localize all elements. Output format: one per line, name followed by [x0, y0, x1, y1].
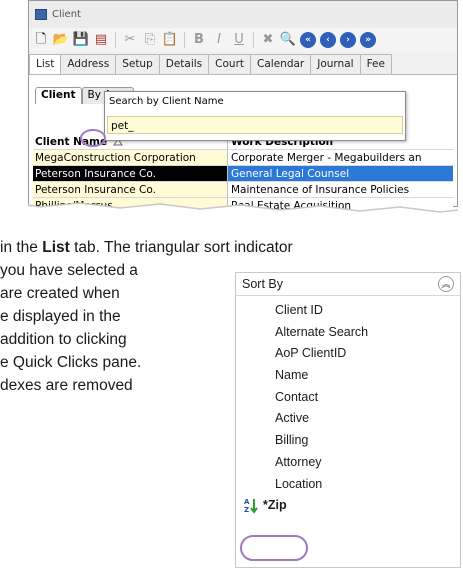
cell-client-name: Peterson Insurance Co. [33, 182, 228, 198]
cell-work-description: Maintenance of Insurance Policies [228, 182, 453, 198]
sort-option-billing[interactable]: Billing [236, 430, 460, 452]
sort-az-icon: A Z [244, 498, 258, 514]
open-folder-icon[interactable]: 📂 [53, 32, 69, 48]
cell-work-description: General Legal Counsel [228, 166, 453, 182]
toolbar-separator [184, 32, 185, 48]
body-line: in the List tab. The triangular sort ind… [0, 239, 293, 256]
find-icon[interactable]: 🔍 [280, 32, 296, 48]
tab-details[interactable]: Details [159, 54, 210, 75]
sort-option-alternate-search[interactable]: Alternate Search [236, 322, 460, 344]
save-icon[interactable]: 💾 [73, 32, 89, 48]
svg-text:Z: Z [244, 506, 249, 514]
svg-text:A: A [244, 498, 250, 506]
underline-icon[interactable]: U [231, 32, 247, 48]
window-title: Client [52, 9, 81, 20]
bold-icon[interactable]: B [191, 32, 207, 48]
search-label: Search by Client Name [109, 96, 224, 107]
sort-option-active[interactable]: Active [236, 408, 460, 430]
sort-option-client-id[interactable]: Client ID [236, 300, 460, 322]
tab-court[interactable]: Court [209, 54, 252, 75]
sort-option-aop-clientid[interactable]: AoP ClientID [236, 343, 460, 365]
last-record-icon[interactable]: » [360, 32, 376, 48]
sort-by-header[interactable]: Sort By ︽ [236, 273, 460, 296]
search-input[interactable]: pet_ [107, 116, 403, 134]
subtab-client[interactable]: Client [35, 87, 82, 104]
sort-option-attorney[interactable]: Attorney [236, 452, 460, 474]
sort-option-contact[interactable]: Contact [236, 387, 460, 409]
first-record-icon[interactable]: « [300, 32, 316, 48]
italic-icon[interactable]: I [211, 32, 227, 48]
main-tabs: List Address Setup Details Court Calenda… [29, 54, 457, 75]
sort-by-title: Sort By [242, 277, 283, 291]
toolbar-separator [253, 32, 254, 48]
zip-highlight-circle [240, 535, 308, 561]
sort-by-pane: Sort By ︽ Client ID Alternate Search AoP… [235, 272, 461, 568]
sort-option-name[interactable]: Name [236, 365, 460, 387]
cell-client-name: MegaConstruction Corporation [33, 150, 228, 166]
previous-record-icon[interactable]: ‹ [320, 32, 336, 48]
search-popup: Search by Client Name pet_ [104, 91, 406, 141]
tab-calendar[interactable]: Calendar [251, 54, 312, 75]
toolbar: 🗋 📂 💾 ▤ ✂ ⎘ 📋 B I U ✖ 🔍 « ‹ › » [29, 28, 457, 52]
table-row[interactable]: MegaConstruction Corporation Corporate M… [33, 150, 453, 166]
app-icon [35, 9, 47, 20]
sort-option-zip[interactable]: A Z *Zip [236, 495, 460, 517]
table-row[interactable]: Peterson Insurance Co. Maintenance of In… [33, 182, 453, 198]
new-document-icon[interactable]: 🗋 [33, 32, 49, 48]
table-row-selected[interactable]: Peterson Insurance Co. General Legal Cou… [33, 166, 453, 182]
collapse-icon[interactable]: ︽ [438, 276, 454, 292]
save-close-icon[interactable]: ▤ [93, 32, 109, 48]
delete-icon[interactable]: ✖ [260, 32, 276, 48]
tab-list[interactable]: List [29, 54, 62, 75]
torn-edge-divider [0, 202, 463, 224]
paste-icon[interactable]: 📋 [162, 32, 178, 48]
sort-by-list: Client ID Alternate Search AoP ClientID … [236, 296, 460, 517]
cell-work-description: Corporate Merger - Megabuilders an [228, 150, 453, 166]
tab-setup[interactable]: Setup [116, 54, 160, 75]
tab-journal[interactable]: Journal [311, 54, 361, 75]
sort-indicator-highlight [80, 129, 106, 147]
toolbar-separator [115, 32, 116, 48]
tab-fee[interactable]: Fee [360, 54, 392, 75]
next-record-icon[interactable]: › [340, 32, 356, 48]
tab-address[interactable]: Address [61, 54, 117, 75]
sort-option-label: *Zip [263, 498, 287, 513]
cut-icon[interactable]: ✂ [122, 32, 138, 48]
copy-icon[interactable]: ⎘ [142, 32, 158, 48]
window-titlebar: Client [29, 1, 457, 28]
sort-option-location[interactable]: Location [236, 474, 460, 496]
cell-client-name: Peterson Insurance Co. [33, 166, 228, 182]
